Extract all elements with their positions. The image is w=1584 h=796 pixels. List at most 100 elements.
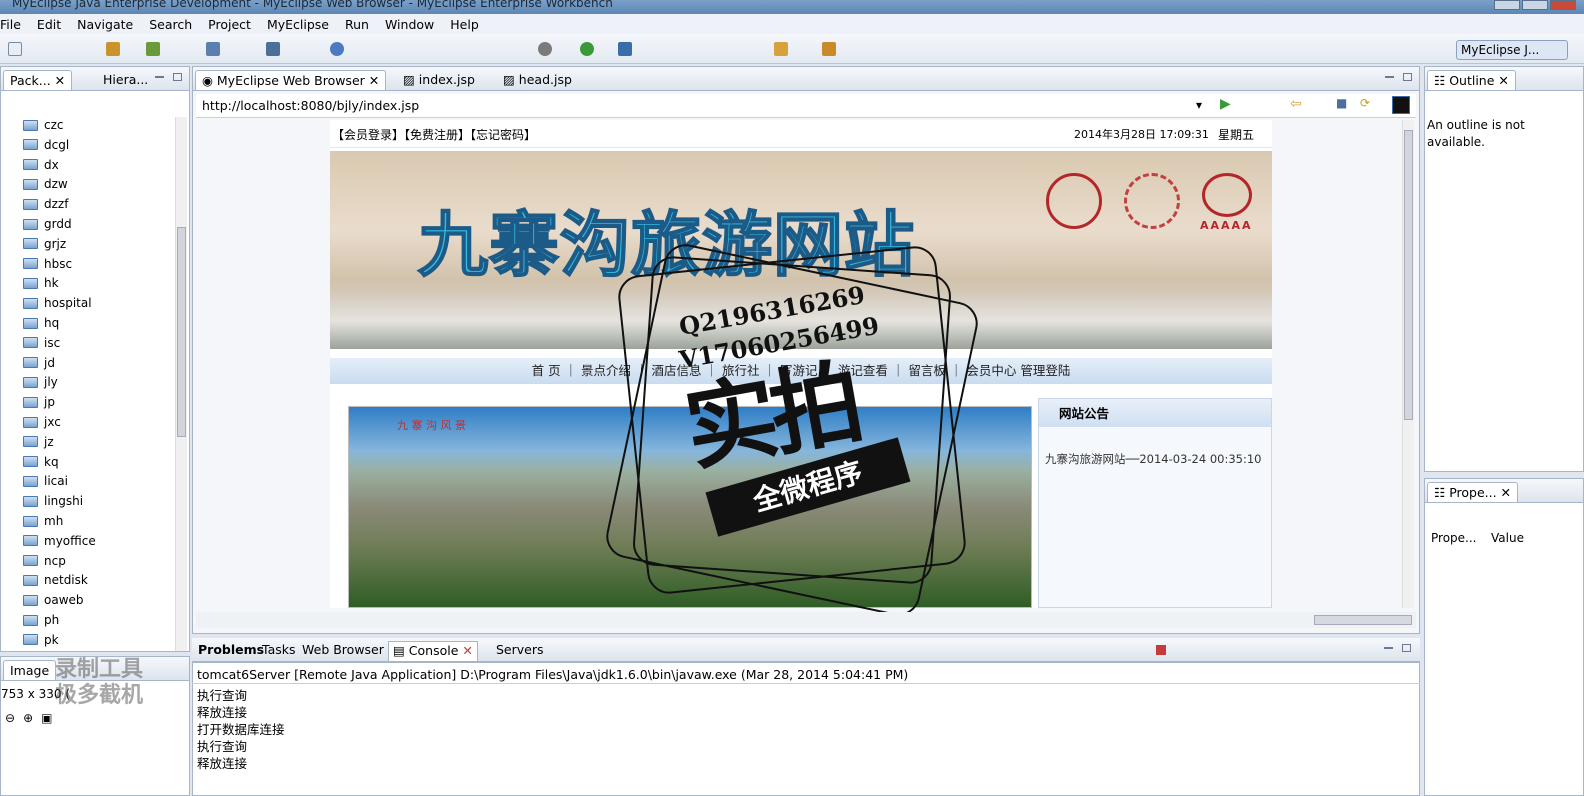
refresh-icon[interactable]: ⟳	[1360, 96, 1370, 110]
debug-icon[interactable]	[146, 42, 160, 56]
menu-myeclipse[interactable]: MyEclipse	[259, 17, 337, 32]
tree-item[interactable]: dx	[23, 156, 59, 174]
notice-item[interactable]: 九寨沟旅游网站──2014-03-24 00:35:10	[1039, 427, 1271, 491]
save-icon[interactable]	[106, 42, 120, 56]
window-title: MyEclipse Java Enterprise Development - …	[12, 0, 613, 10]
run-icon[interactable]	[580, 42, 594, 56]
fit-icon[interactable]: ▣	[41, 711, 52, 731]
maximize-icon[interactable]	[1403, 73, 1412, 81]
terminate-icon[interactable]	[1156, 645, 1166, 655]
browser-vscrollbar[interactable]	[1402, 120, 1414, 608]
tree-item[interactable]: hk	[23, 274, 59, 292]
tree-item[interactable]: lingshi	[23, 492, 83, 510]
tab-servers[interactable]: Servers	[492, 641, 548, 661]
perspective-switcher[interactable]: MyEclipse J...	[1456, 40, 1568, 60]
tree-item[interactable]: jxc	[23, 413, 61, 431]
menu-navigate[interactable]: Navigate	[69, 17, 141, 32]
tree-item[interactable]: licai	[23, 472, 68, 490]
minimize-icon[interactable]	[1384, 647, 1393, 649]
stop-icon[interactable]: ■	[1336, 96, 1347, 110]
tab-head-jsp[interactable]: ▨ head.jsp	[497, 70, 578, 90]
tree-item[interactable]: grdd	[23, 215, 72, 233]
tree-scrollbar[interactable]	[175, 117, 187, 651]
nav-hotels[interactable]: 酒店信息	[652, 363, 702, 378]
folder-icon	[23, 297, 38, 309]
dropdown-icon[interactable]: ▾	[1196, 98, 1202, 112]
nav-guestbook[interactable]: 留言板	[908, 363, 946, 378]
tree-item[interactable]: jz	[23, 433, 54, 451]
tab-console[interactable]: ▤ Console ✕	[388, 641, 478, 661]
nav-agencies[interactable]: 旅行社	[722, 363, 760, 378]
external-tools-icon[interactable]	[618, 42, 632, 56]
minimize-icon[interactable]	[1385, 76, 1394, 78]
tree-item[interactable]: dzzf	[23, 195, 68, 213]
menu-help[interactable]: Help	[442, 17, 487, 32]
nav-admin-login[interactable]: 管理登陆	[1020, 363, 1070, 378]
close-button[interactable]	[1550, 0, 1576, 10]
deploy-icon[interactable]	[206, 42, 220, 56]
member-links[interactable]: 【会员登录】【免费注册】【忘记密码】	[332, 126, 536, 143]
browser-url-bar[interactable]: http://localhost:8080/bjly/index.jsp ▾ ▶…	[196, 94, 1416, 118]
menu-run[interactable]: Run	[337, 17, 377, 32]
menu-file[interactable]: File	[0, 17, 29, 32]
zoom-in-icon[interactable]: ⊕	[23, 711, 33, 731]
nav-home[interactable]: 首 页	[532, 363, 561, 378]
perspective-label: MyEclipse J...	[1461, 43, 1540, 57]
tree-item[interactable]: myoffice	[23, 532, 96, 550]
tree-item[interactable]: oaweb	[23, 591, 84, 609]
browser-icon[interactable]	[330, 42, 344, 56]
new-icon[interactable]	[8, 42, 22, 56]
maximize-icon[interactable]	[1402, 644, 1411, 652]
nav-attractions[interactable]: 景点介绍	[581, 363, 631, 378]
go-icon[interactable]: ▶	[1220, 96, 1231, 112]
tree-item-label: isc	[44, 335, 61, 350]
open-type-icon[interactable]	[774, 42, 788, 56]
tree-item[interactable]: dzw	[23, 175, 68, 193]
tree-item[interactable]: mh	[23, 512, 63, 530]
nav-view-journal[interactable]: 游记查看	[838, 363, 888, 378]
minimize-button[interactable]	[1494, 0, 1520, 10]
tab-web-browser-view[interactable]: Web Browser	[298, 641, 388, 661]
tree-item[interactable]: ncp	[23, 552, 66, 570]
settings-icon[interactable]	[538, 42, 552, 56]
menu-window[interactable]: Window	[377, 17, 442, 32]
back-icon[interactable]: ⇦	[1290, 96, 1302, 112]
tree-item[interactable]: czc	[23, 116, 64, 134]
nav-member-center[interactable]: 会员中心	[966, 363, 1016, 378]
tab-tasks[interactable]: Tasks	[258, 641, 300, 661]
tree-item[interactable]: jp	[23, 393, 55, 411]
menu-project[interactable]: Project	[200, 17, 259, 32]
tree-item[interactable]: kq	[23, 453, 59, 471]
tab-image[interactable]: Image	[3, 660, 57, 680]
server-icon[interactable]	[266, 42, 280, 56]
tree-item[interactable]: hbsc	[23, 255, 72, 273]
tree-item[interactable]: jd	[23, 354, 55, 372]
tree-item[interactable]: netdisk	[23, 571, 88, 589]
tree-item[interactable]: dcgl	[23, 136, 69, 154]
browser-hscrollbar[interactable]	[196, 612, 1416, 628]
tree-item[interactable]: isc	[23, 334, 60, 352]
tab-hierarchy[interactable]: Hiera...	[97, 70, 154, 90]
menu-search[interactable]: Search	[141, 17, 200, 32]
minimize-icon[interactable]	[155, 76, 164, 78]
url-text[interactable]: http://localhost:8080/bjly/index.jsp	[202, 98, 419, 113]
folder-icon	[23, 456, 38, 468]
maximize-icon[interactable]	[173, 73, 182, 81]
tree-item[interactable]: hq	[23, 314, 59, 332]
menu-edit[interactable]: Edit	[29, 17, 69, 32]
tab-properties[interactable]: ☷ Prope... ✕	[1427, 482, 1519, 502]
tab-problems[interactable]: Problems	[194, 641, 268, 661]
tab-package-explorer[interactable]: Pack... ✕	[3, 70, 73, 90]
tree-item[interactable]: pk	[23, 631, 59, 649]
zoom-out-icon[interactable]: ⊖	[5, 711, 15, 731]
nav-write-journal[interactable]: 写游记	[780, 363, 818, 378]
tree-item[interactable]: ph	[23, 611, 59, 629]
tab-web-browser[interactable]: ◉ MyEclipse Web Browser ✕	[195, 70, 387, 90]
maximize-button[interactable]	[1522, 0, 1548, 10]
tab-index-jsp[interactable]: ▨ index.jsp	[397, 70, 481, 90]
tree-item[interactable]: grjz	[23, 235, 66, 253]
search-icon[interactable]	[822, 42, 836, 56]
tab-outline[interactable]: ☷ Outline ✕	[1427, 70, 1516, 90]
tree-item[interactable]: jly	[23, 373, 58, 391]
tree-item[interactable]: hospital	[23, 294, 92, 312]
